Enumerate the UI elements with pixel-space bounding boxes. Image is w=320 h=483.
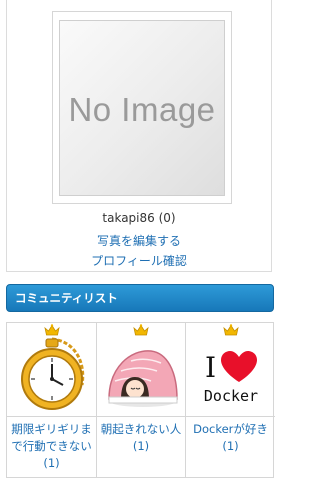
no-image-text: No Image bbox=[68, 91, 216, 128]
community-item-docker[interactable]: I Docker Dockerが好き (1) bbox=[186, 323, 275, 477]
profile-photo[interactable]: No Image bbox=[52, 11, 232, 204]
cell-divider bbox=[186, 416, 275, 417]
profile-box: No Image takapi86 (0) 写真を編集する プロフィール確認 bbox=[6, 0, 272, 272]
logo-letter-i: I bbox=[205, 351, 216, 384]
community-label[interactable]: 朝起きれない人 (1) bbox=[99, 421, 183, 455]
sleeping-in-futon-icon bbox=[108, 350, 178, 407]
community-label[interactable]: Dockerが好き (1) bbox=[188, 421, 273, 455]
community-item-morning[interactable]: 朝起きれない人 (1) bbox=[97, 323, 186, 477]
community-list: 期限ギリギリまで行動できない (1) 朝起きれない人 (1) I Docker bbox=[6, 322, 275, 478]
community-label[interactable]: 期限ギリギリまで行動できない (1) bbox=[9, 421, 94, 472]
pocket-watch-icon bbox=[20, 337, 84, 410]
community-item-deadline[interactable]: 期限ギリギリまで行動できない (1) bbox=[7, 323, 97, 477]
no-image-placeholder: No Image bbox=[59, 20, 225, 196]
view-profile-link[interactable]: プロフィール確認 bbox=[7, 252, 271, 269]
i-love-docker-icon: I Docker bbox=[203, 351, 258, 405]
edit-photo-link[interactable]: 写真を編集する bbox=[7, 232, 271, 249]
cell-divider bbox=[97, 416, 185, 417]
cell-divider bbox=[7, 416, 96, 417]
community-list-header: コミュニティリスト bbox=[6, 284, 274, 312]
logo-word-docker: Docker bbox=[203, 387, 257, 405]
username: takapi86 (0) bbox=[102, 211, 176, 225]
